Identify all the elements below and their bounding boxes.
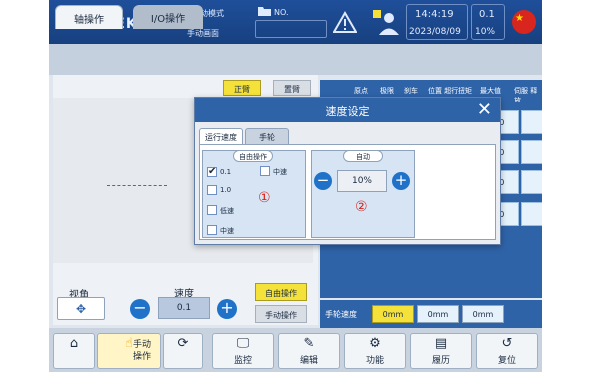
gear-icon: ⚙ <box>369 336 381 351</box>
table-cell-servo[interactable] <box>521 170 542 194</box>
arm-set-button[interactable]: 置臂 <box>273 80 311 96</box>
col-origin: 原点 <box>354 87 368 95</box>
checkbox-mid-speed[interactable] <box>207 225 217 235</box>
col-position: 位置 超行 <box>428 87 459 95</box>
home-button[interactable]: ⌂ <box>53 333 95 369</box>
table-cell-servo[interactable] <box>521 110 542 134</box>
auto-speed-value[interactable]: 10% <box>337 170 387 192</box>
option-label: 低速 <box>220 207 234 215</box>
option-label: 1.0 <box>220 186 232 194</box>
speed-settings-dialog: 速度设定 ✕ 运行速度 手轮 自由操作 ✔ 0.1 中速 1.0 低速 中速 ①… <box>194 97 501 245</box>
manual-nav-label: 手动 操作 <box>132 340 151 362</box>
checkbox-0-1[interactable]: ✔ <box>207 167 217 177</box>
tab-run-speed[interactable]: 运行速度 <box>199 128 243 144</box>
monitor-icon: 🖵 <box>236 336 250 351</box>
col-limit: 极限 <box>380 87 394 95</box>
speed-value: 0.1 <box>158 297 210 319</box>
marker-two: ② <box>355 199 368 215</box>
handwheel-value[interactable]: 0mm <box>372 305 414 323</box>
edit-icon: ✎ <box>303 336 315 351</box>
screen: SWITEK 手动模式 手动画面 NO. 14:4:19 2023/08/09 … <box>49 0 542 372</box>
marker-one: ① <box>258 190 271 206</box>
handwheel-speed-label: 手轮速度 <box>325 310 357 319</box>
folder-icon <box>258 7 271 16</box>
view-icon: ✥ <box>75 302 87 316</box>
handwheel-value[interactable]: 0mm <box>462 305 504 323</box>
language-flag-icon[interactable]: ★ <box>512 10 536 34</box>
warning-icon[interactable] <box>333 11 357 33</box>
dialog-title: 速度设定 <box>195 98 500 122</box>
nav-monitor-label: 监控 <box>233 356 252 366</box>
screen-text: 手动画面 <box>187 29 219 38</box>
option-label: 中速 <box>220 227 234 235</box>
col-brake: 刹车 <box>404 87 418 95</box>
speed-percent: 10% <box>475 27 496 37</box>
home-icon: ⌂ <box>69 336 79 351</box>
option-label: 0.1 <box>220 168 232 176</box>
no-label: NO. <box>274 8 289 17</box>
close-icon[interactable]: ✕ <box>477 99 492 120</box>
auto-decrease-button[interactable]: − <box>314 172 332 190</box>
nav-function-label: 功能 <box>365 356 384 366</box>
tab-strip <box>49 44 542 75</box>
nav-monitor[interactable]: 🖵 监控 <box>212 333 274 369</box>
tab-handwheel[interactable]: 手轮 <box>245 128 289 144</box>
speed-increase-button[interactable]: + <box>217 299 237 319</box>
col-torque: 扭矩 <box>458 87 472 95</box>
nav-reset[interactable]: ↺ 复位 <box>476 333 538 369</box>
nav-history[interactable]: ▤ 履历 <box>410 333 472 369</box>
preview-line <box>107 185 167 187</box>
nav-history-label: 履历 <box>431 356 450 366</box>
manual-operation-button[interactable]: 手动操作 <box>255 305 307 323</box>
view-toggle-button[interactable]: ✥ <box>57 297 105 320</box>
date: 2023/08/09 <box>409 27 461 37</box>
auto-group <box>311 150 415 238</box>
checkbox-1-0[interactable] <box>207 185 217 195</box>
tab-axis-operation[interactable]: 轴操作 <box>55 5 123 29</box>
option-label: 中速 <box>273 168 287 176</box>
nav-function[interactable]: ⚙ 功能 <box>344 333 406 369</box>
ratio: 0.1 <box>479 9 495 20</box>
reset-icon: ↺ <box>501 336 513 351</box>
free-operation-group <box>202 150 306 238</box>
checkbox-low-speed[interactable] <box>207 205 217 215</box>
nav-edit[interactable]: ✎ 编辑 <box>278 333 340 369</box>
arm-forward-button[interactable]: 正臂 <box>223 80 261 96</box>
user-icon[interactable] <box>371 8 399 36</box>
free-operation-button[interactable]: 自由操作 <box>255 283 307 301</box>
handwheel-value[interactable]: 0mm <box>417 305 459 323</box>
nav-reset-label: 复位 <box>497 356 516 366</box>
checkbox-mid-speed-top[interactable] <box>260 166 270 176</box>
cycle-icon: ⟳ <box>177 336 189 351</box>
manual-operation-nav[interactable]: ☝ 手动 操作 <box>97 333 161 369</box>
table-cell-servo[interactable] <box>521 140 542 164</box>
time: 14:4:19 <box>415 9 454 20</box>
nav-edit-label: 编辑 <box>299 356 318 366</box>
free-operation-group-title: 自由操作 <box>233 150 273 162</box>
table-cell-servo[interactable] <box>521 202 542 226</box>
tab-io-operation[interactable]: I/O操作 <box>133 5 203 29</box>
program-no-field[interactable] <box>255 20 327 38</box>
auto-increase-button[interactable]: + <box>392 172 410 190</box>
col-max: 最大值 <box>480 87 501 95</box>
speed-decrease-button[interactable]: − <box>130 299 150 319</box>
auto-group-title: 自动 <box>343 150 383 162</box>
document-icon: ▤ <box>434 336 448 351</box>
cycle-button[interactable]: ⟳ <box>163 333 203 369</box>
